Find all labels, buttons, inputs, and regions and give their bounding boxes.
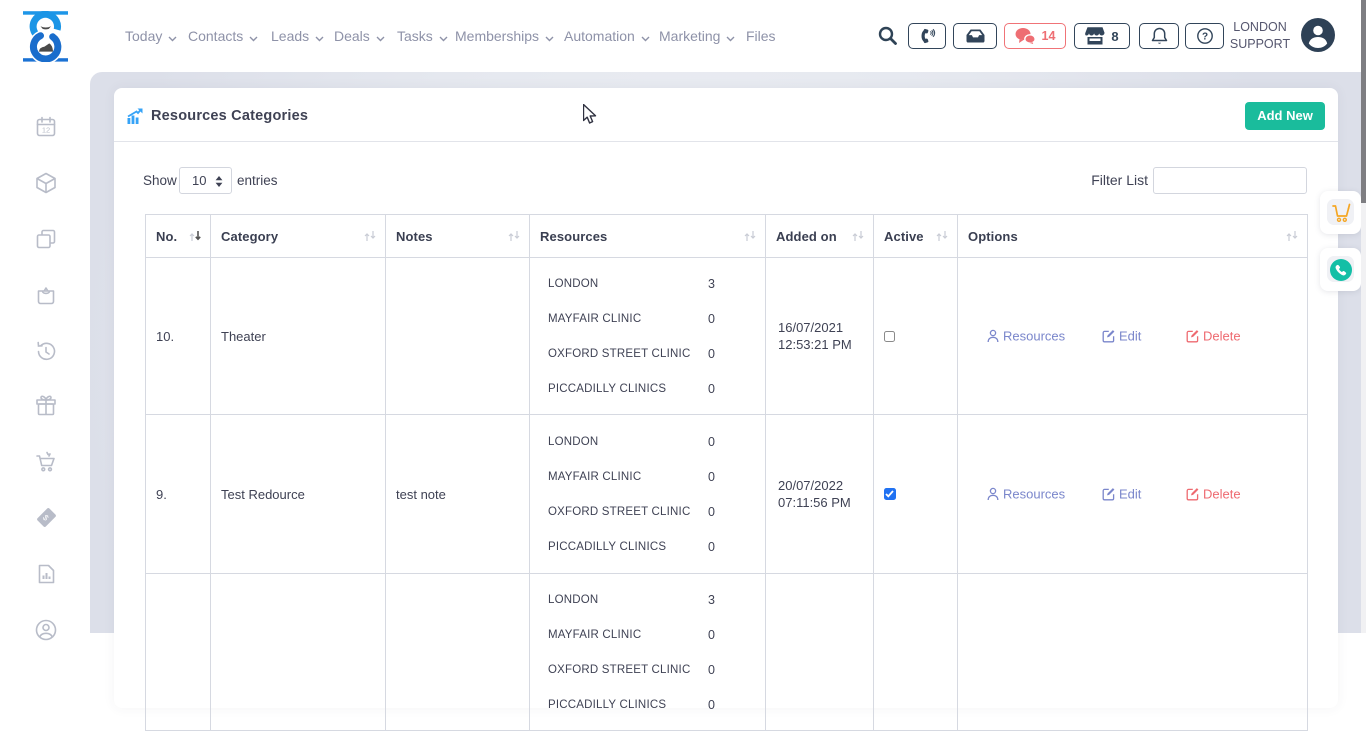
svg-text:12: 12 <box>42 126 50 135</box>
svg-text:?: ? <box>1201 31 1207 42</box>
